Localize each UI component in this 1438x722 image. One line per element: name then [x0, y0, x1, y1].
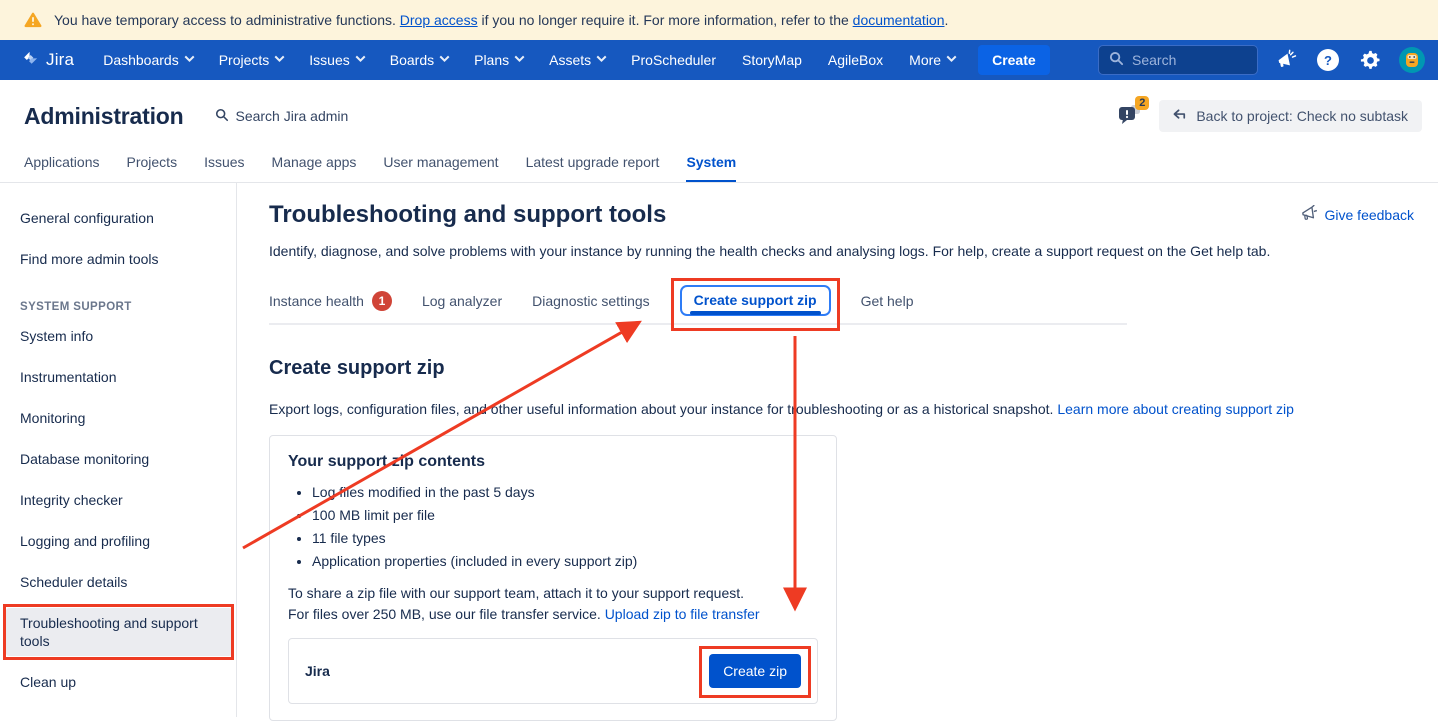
upload-zip-link[interactable]: Upload zip to file transfer [605, 606, 760, 622]
nav-item-storymap[interactable]: StoryMap [731, 46, 813, 74]
admin-header-right: 2 Back to project: Check no subtask [1117, 100, 1422, 132]
nav-item-boards[interactable]: Boards [379, 46, 459, 74]
admin-access-banner: You have temporary access to administrat… [0, 0, 1438, 40]
return-arrow-icon [1173, 108, 1188, 124]
sidebar-item-clean-up[interactable]: Clean up [0, 667, 236, 697]
list-item: Application properties (included in ever… [312, 552, 818, 570]
sidebar-item-scheduler-details[interactable]: Scheduler details [0, 567, 236, 597]
main-nav: Dashboards Projects Issues Boards Plans … [92, 46, 966, 74]
tool-tab-bar: Instance health 1 Log analyzer Diagnosti… [269, 283, 1127, 325]
sidebar-section-system-support: SYSTEM SUPPORT [0, 285, 236, 321]
list-item: Log files modified in the past 5 days [312, 483, 818, 501]
share-instructions: To share a zip file with our support tea… [288, 583, 818, 625]
sidebar-item-monitoring[interactable]: Monitoring [0, 403, 236, 433]
nav-item-dashboards[interactable]: Dashboards [92, 46, 204, 74]
search-input[interactable] [1132, 52, 1242, 68]
page-description: Identify, diagnose, and solve problems w… [269, 241, 1414, 261]
sidebar-item-logging-and-profiling[interactable]: Logging and profiling [0, 526, 236, 556]
nav-item-agilebox[interactable]: AgileBox [817, 46, 894, 74]
megaphone-icon [1300, 205, 1318, 224]
chevron-down-icon [275, 52, 285, 62]
create-zip-button[interactable]: Create zip [709, 654, 801, 688]
chevron-down-icon [184, 52, 194, 62]
tab-create-support-zip[interactable]: Create support zip [680, 285, 831, 322]
admin-header: Administration Search Jira admin 2 Back … [0, 80, 1438, 148]
list-item: 11 file types [312, 529, 818, 547]
chevron-down-icon [515, 52, 525, 62]
drop-access-link[interactable]: Drop access [400, 12, 478, 28]
tab-applications[interactable]: Applications [24, 148, 100, 182]
list-item: 100 MB limit per file [312, 506, 818, 524]
banner-text: You have temporary access to administrat… [54, 12, 948, 28]
global-search[interactable] [1098, 45, 1258, 75]
tab-get-help[interactable]: Get help [861, 285, 914, 321]
jira-logo[interactable]: Jira [16, 49, 88, 72]
nav-item-more[interactable]: More [898, 46, 966, 74]
nav-item-assets[interactable]: Assets [538, 46, 616, 74]
zip-contents-list: Log files modified in the past 5 days 10… [312, 483, 818, 570]
section-heading: Create support zip [269, 357, 1414, 380]
tab-projects[interactable]: Projects [127, 148, 178, 182]
svg-text:?: ? [1324, 53, 1332, 68]
create-button[interactable]: Create [978, 45, 1050, 75]
chevron-down-icon [440, 52, 450, 62]
announcement-icon[interactable] [1272, 46, 1300, 74]
system-sidebar: General configuration Find more admin to… [0, 183, 237, 717]
page-heading: Troubleshooting and support tools [269, 201, 666, 229]
tab-diagnostic-settings[interactable]: Diagnostic settings [532, 285, 650, 321]
warning-icon [24, 12, 42, 28]
tab-instance-health[interactable]: Instance health 1 [269, 283, 392, 323]
tab-system[interactable]: System [686, 148, 736, 182]
product-name: Jira [305, 663, 330, 679]
support-zip-card: Your support zip contents Log files modi… [269, 435, 837, 721]
notification-count-badge: 2 [1135, 96, 1149, 110]
active-tab-indicator [690, 311, 821, 315]
nav-item-issues[interactable]: Issues [298, 46, 374, 74]
chevron-down-icon [597, 52, 607, 62]
nav-item-projects[interactable]: Projects [208, 46, 295, 74]
tab-manage-apps[interactable]: Manage apps [272, 148, 357, 182]
chevron-down-icon [355, 52, 365, 62]
active-tab-focus-ring: Create support zip [680, 285, 831, 316]
tab-issues[interactable]: Issues [204, 148, 244, 182]
settings-gear-icon[interactable] [1356, 46, 1384, 74]
learn-more-link[interactable]: Learn more about creating support zip [1057, 401, 1294, 417]
instance-health-badge: 1 [372, 291, 392, 311]
sidebar-item-general-configuration[interactable]: General configuration [0, 203, 236, 233]
jira-logo-icon [20, 49, 40, 72]
nav-item-plans[interactable]: Plans [463, 46, 534, 74]
back-to-project-button[interactable]: Back to project: Check no subtask [1159, 100, 1422, 132]
card-heading: Your support zip contents [288, 453, 818, 471]
sidebar-item-audit-log[interactable]: Audit log [0, 708, 236, 717]
sidebar-item-find-more-admin-tools[interactable]: Find more admin tools [0, 244, 236, 274]
give-feedback-link[interactable]: Give feedback [1300, 205, 1415, 224]
nav-item-proscheduler[interactable]: ProScheduler [620, 46, 727, 74]
documentation-link[interactable]: documentation [853, 12, 945, 28]
section-description: Export logs, configuration files, and ot… [269, 399, 1414, 419]
page-title: Administration [24, 103, 183, 130]
notifications-icon[interactable]: 2 [1117, 103, 1147, 129]
sidebar-item-database-monitoring[interactable]: Database monitoring [0, 444, 236, 474]
user-avatar[interactable] [1398, 46, 1426, 74]
admin-tab-bar: Applications Projects Issues Manage apps… [0, 148, 1438, 183]
tab-log-analyzer[interactable]: Log analyzer [422, 285, 502, 321]
content-area: General configuration Find more admin to… [0, 183, 1438, 717]
top-navbar: Jira Dashboards Projects Issues Boards P… [0, 40, 1438, 80]
admin-search[interactable]: Search Jira admin [215, 108, 348, 125]
jira-zip-row: Jira Create zip [288, 638, 818, 704]
search-icon [1109, 51, 1124, 69]
tab-user-management[interactable]: User management [383, 148, 498, 182]
chevron-down-icon [947, 52, 957, 62]
sidebar-item-system-info[interactable]: System info [0, 321, 236, 351]
search-icon [215, 108, 229, 125]
help-icon[interactable]: ? [1314, 46, 1342, 74]
main-panel: Troubleshooting and support tools Give f… [237, 183, 1438, 717]
sidebar-item-troubleshooting-and-support-tools[interactable]: Troubleshooting and support tools [6, 608, 232, 656]
sidebar-item-integrity-checker[interactable]: Integrity checker [0, 485, 236, 515]
tab-latest-upgrade-report[interactable]: Latest upgrade report [526, 148, 660, 182]
navbar-right: ? [1098, 45, 1426, 75]
sidebar-item-instrumentation[interactable]: Instrumentation [0, 362, 236, 392]
